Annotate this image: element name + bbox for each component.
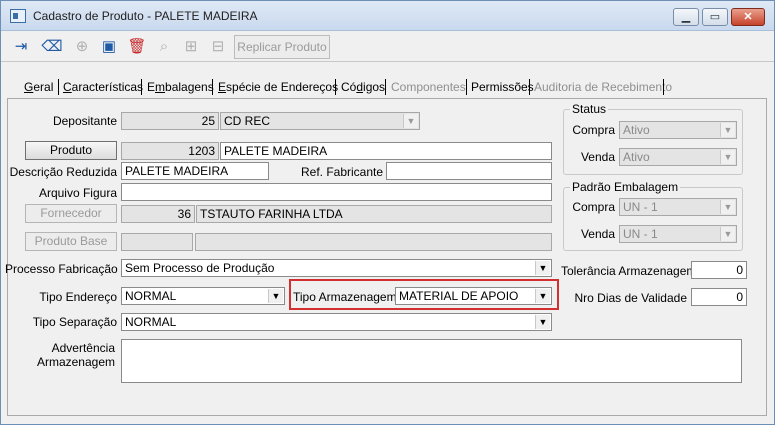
fornecedor-button[interactable]: Fornecedor: [25, 204, 117, 223]
tipo-endereco-label: Tipo Endereço: [39, 290, 117, 304]
descricao-input[interactable]: PALETE MADEIRA: [121, 162, 269, 180]
tab-especie-enderecos[interactable]: Espécie de Endereços: [214, 77, 342, 97]
arquivo-figura-label: Arquivo Figura: [38, 186, 117, 200]
advertencia-label-1: Advertência: [51, 341, 115, 355]
plus-circle-icon[interactable]: ⊕: [70, 35, 94, 59]
padrao-venda-label: Venda: [580, 227, 615, 241]
fornecedor-code: 36: [121, 205, 195, 223]
tree-minus-icon[interactable]: ⊟: [206, 35, 230, 59]
advertencia-textarea[interactable]: [121, 339, 742, 383]
status-venda-label: Venda: [580, 150, 615, 164]
chevron-down-icon: ▼: [720, 123, 735, 137]
status-compra-value: Ativo: [623, 123, 650, 137]
tipo-separacao-select[interactable]: NORMAL ▼: [121, 313, 552, 331]
produto-base-name: [195, 233, 552, 251]
descricao-label: Descrição Reduzida: [9, 165, 117, 179]
tab-componentes[interactable]: Componentes: [387, 77, 470, 97]
processo-label: Processo Fabricação: [5, 262, 118, 276]
processo-value: Sem Processo de Produção: [125, 261, 275, 275]
app-icon: [10, 9, 26, 23]
replicar-produto-button[interactable]: Replicar Produto: [234, 35, 330, 59]
produto-base-button[interactable]: Produto Base: [25, 232, 117, 251]
chevron-down-icon: ▼: [535, 289, 550, 303]
padrao-compra-value: UN - 1: [623, 200, 658, 214]
ref-fabricante-input[interactable]: [386, 162, 552, 180]
tipo-armazenagem-value: MATERIAL DE APOIO: [399, 289, 519, 303]
tab-caracteristicas[interactable]: Características: [59, 77, 147, 97]
chevron-down-icon: ▼: [535, 261, 550, 275]
tipo-endereco-select[interactable]: NORMAL ▼: [121, 287, 285, 305]
tipo-endereco-value: NORMAL: [125, 289, 177, 303]
produto-code: 1203: [121, 142, 219, 160]
produto-button[interactable]: Produto: [25, 141, 117, 160]
status-compra-select[interactable]: Ativo ▼: [619, 121, 737, 139]
eraser-icon[interactable]: ⌫: [40, 35, 64, 59]
padrao-venda-select[interactable]: UN - 1 ▼: [619, 225, 737, 243]
toolbar: ⇥ ⌫ ⊕ ▣ 🗑 ⌕ ⊞ ⊟ Replicar Produto: [1, 32, 774, 62]
maximize-button[interactable]: ▭: [702, 8, 728, 26]
depositante-name: CD REC: [224, 114, 271, 128]
advertencia-label-2: Armazenagem: [36, 355, 115, 369]
tab-embalagens[interactable]: Embalagens: [143, 77, 218, 97]
status-venda-select[interactable]: Ativo ▼: [619, 148, 737, 166]
nro-dias-input[interactable]: 0: [691, 288, 747, 306]
status-title: Status: [570, 102, 609, 116]
chevron-down-icon: ▼: [535, 315, 550, 329]
status-compra-label: Compra: [572, 123, 615, 137]
product-window: Cadastro de Produto - PALETE MADEIRA ▁ ▭…: [0, 0, 775, 425]
arquivo-figura-input[interactable]: [121, 183, 552, 201]
chevron-down-icon: ▼: [720, 200, 735, 214]
tab-permissoes[interactable]: Permissões: [467, 77, 538, 97]
title-bar: Cadastro de Produto - PALETE MADEIRA ▁ ▭…: [1, 1, 774, 31]
magnifier-icon[interactable]: ⌕: [152, 35, 176, 59]
close-button[interactable]: ✕: [731, 8, 765, 26]
padrao-compra-label: Compra: [572, 200, 615, 214]
tipo-separacao-label: Tipo Separação: [32, 315, 117, 329]
tipo-armazenagem-select[interactable]: MATERIAL DE APOIO ▼: [395, 287, 552, 305]
minimize-button[interactable]: ▁: [673, 8, 699, 26]
chevron-down-icon: ▼: [720, 150, 735, 164]
depositante-select[interactable]: CD REC ▼: [220, 112, 420, 130]
produto-base-code: [121, 233, 193, 251]
tree-plus-icon[interactable]: ⊞: [179, 35, 203, 59]
tipo-separacao-value: NORMAL: [125, 315, 177, 329]
nro-dias-label: Nro Dias de Validade: [574, 291, 687, 305]
chevron-down-icon: ▼: [720, 227, 735, 241]
fornecedor-name: TSTAUTO FARINHA LTDA: [196, 205, 552, 223]
depositante-code: 25: [121, 112, 219, 130]
save-icon[interactable]: ▣: [97, 35, 121, 59]
processo-select[interactable]: Sem Processo de Produção ▼: [121, 259, 552, 277]
padrao-compra-select[interactable]: UN - 1 ▼: [619, 198, 737, 216]
tipo-armazenagem-label: Tipo Armazenagem: [293, 290, 397, 304]
trash-icon[interactable]: 🗑: [125, 35, 149, 59]
padrao-venda-value: UN - 1: [623, 227, 658, 241]
chevron-down-icon: ▼: [268, 289, 283, 303]
tab-codigos[interactable]: Códigos: [337, 77, 389, 97]
depositante-label: Depositante: [52, 114, 117, 128]
padrao-title: Padrão Embalagem: [570, 180, 681, 194]
tolerancia-label: Tolerância Armazenagem: [561, 264, 697, 278]
produto-name[interactable]: PALETE MADEIRA: [220, 142, 552, 160]
status-venda-value: Ativo: [623, 150, 650, 164]
ref-fabricante-label: Ref. Fabricante: [301, 165, 384, 179]
tab-auditoria[interactable]: Auditoria de Recebimento: [530, 77, 676, 97]
window-title: Cadastro de Produto - PALETE MADEIRA: [33, 9, 258, 23]
enter-icon[interactable]: ⇥: [9, 35, 33, 59]
tolerancia-input[interactable]: 0: [691, 261, 747, 279]
chevron-down-icon: ▼: [403, 114, 418, 128]
tab-geral[interactable]: Geral: [20, 77, 57, 97]
